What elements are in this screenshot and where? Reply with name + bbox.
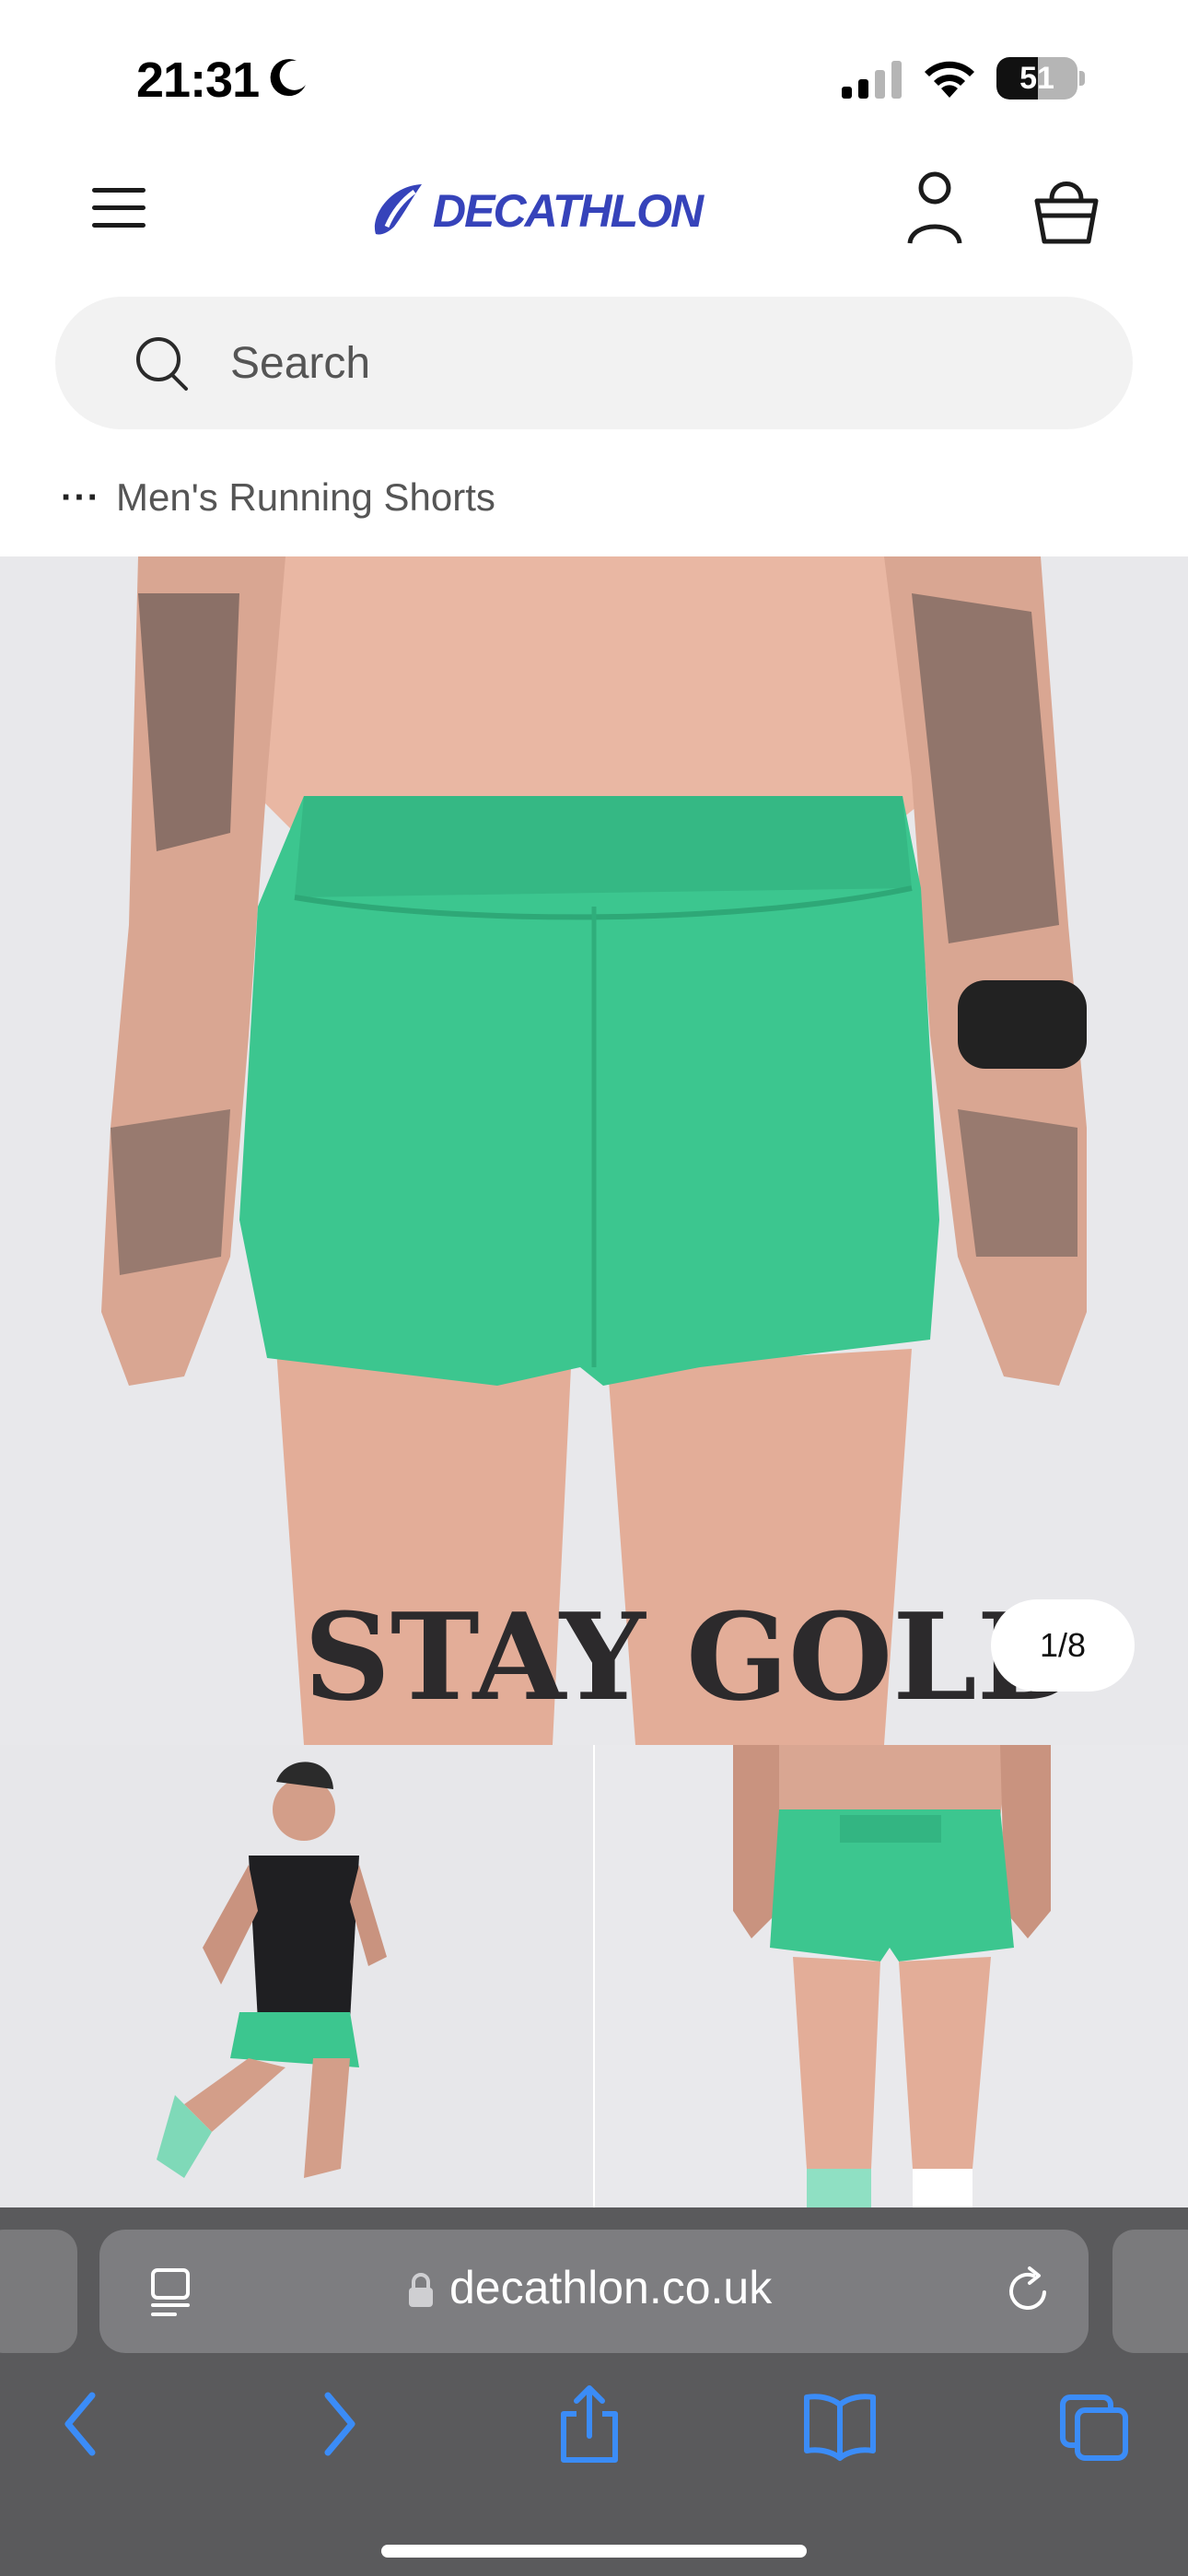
back-view-photo-illustration [595, 1745, 1188, 2207]
account-icon[interactable] [903, 166, 967, 249]
tattoo-text-left: STAY [304, 1587, 647, 1727]
forward-icon[interactable] [302, 2383, 376, 2465]
site-header: DECATHLON [0, 147, 1188, 286]
reload-icon[interactable] [1004, 2265, 1055, 2318]
battery-level: 51 [1019, 61, 1054, 96]
product-thumbnail[interactable] [0, 1745, 593, 2207]
product-main-image[interactable]: STAY GOLD [0, 556, 1188, 1745]
search-input[interactable] [230, 297, 1059, 429]
share-icon[interactable] [553, 2383, 626, 2465]
breadcrumb-item-category[interactable]: Men's Running Shorts [116, 475, 495, 520]
signal-icon [842, 61, 902, 99]
breadcrumb: ··· Men's Running Shorts [0, 461, 1188, 531]
bookmarks-icon[interactable] [803, 2383, 877, 2465]
status-bar: 21:31 51 [0, 0, 1188, 147]
image-counter-badge: 1/8 [991, 1599, 1135, 1692]
moon-icon [270, 59, 306, 97]
product-photo-illustration: STAY GOLD [0, 556, 1188, 1745]
wifi-icon [925, 61, 974, 98]
logo-text: DECATHLON [433, 185, 704, 237]
address-bar[interactable]: decathlon.co.uk [99, 2230, 1089, 2353]
reader-icon[interactable] [147, 2265, 197, 2318]
tabs-icon[interactable] [1057, 2383, 1131, 2465]
logo-mark-icon [374, 184, 422, 235]
breadcrumb-more-button[interactable]: ··· [61, 477, 100, 519]
status-time: 21:31 [136, 53, 260, 108]
lock-icon [409, 2273, 433, 2307]
search-icon [136, 337, 188, 391]
runner-photo-illustration [0, 1745, 593, 2207]
decathlon-logo[interactable]: DECATHLON [368, 173, 704, 243]
next-tab-preview[interactable] [1112, 2230, 1188, 2353]
home-indicator[interactable] [381, 2545, 807, 2558]
search-bar[interactable] [55, 297, 1133, 429]
battery-icon: 51 [996, 57, 1085, 100]
back-icon[interactable] [44, 2383, 118, 2465]
browser-toolbar: decathlon.co.uk [0, 2207, 1188, 2576]
product-thumbnail[interactable] [595, 1745, 1188, 2207]
basket-icon[interactable] [1030, 166, 1103, 249]
menu-button[interactable] [88, 175, 153, 240]
browser-nav [0, 2383, 1188, 2493]
url-text: decathlon.co.uk [449, 2262, 773, 2313]
previous-tab-preview[interactable] [0, 2230, 77, 2353]
